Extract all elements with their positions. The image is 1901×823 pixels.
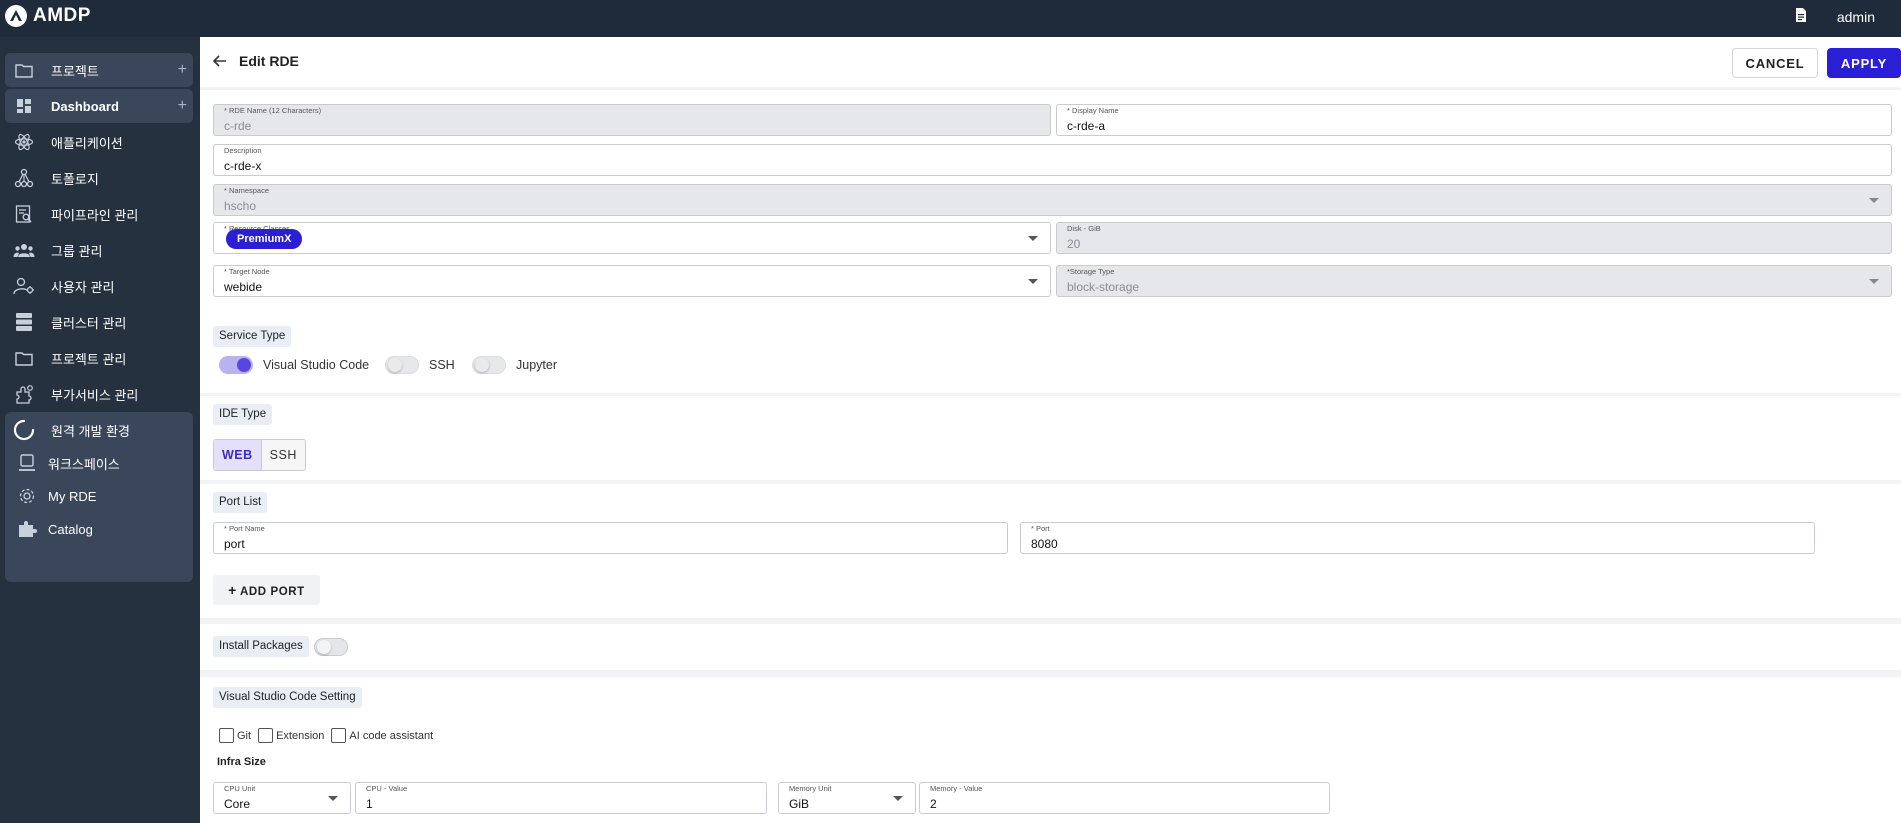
resource-class-chip[interactable]: PremiumX: [226, 229, 303, 249]
service-type-card: Service Type Visual Studio Code SSH Jupy…: [200, 318, 1901, 393]
sidebar-item-group[interactable]: 그룹 관리: [5, 233, 193, 267]
logo-icon: [5, 5, 27, 27]
memory-value-field[interactable]: Memory - Value 2: [919, 782, 1330, 814]
top-bar: AMDP admin: [0, 0, 1901, 37]
git-checkbox[interactable]: [219, 728, 234, 743]
description-field[interactable]: Description c-rde-x: [213, 144, 1892, 176]
ide-type-toggle-group: WEB SSH: [213, 439, 306, 471]
port-field[interactable]: * Port 8080: [1020, 522, 1815, 554]
document-icon[interactable]: [1795, 8, 1807, 25]
plus-icon[interactable]: +: [178, 97, 187, 115]
port-name-field[interactable]: * Port Name port: [213, 522, 1008, 554]
chevron-down-icon[interactable]: [1028, 236, 1038, 241]
puzzle-icon: [16, 518, 38, 540]
folder-icon: [13, 347, 35, 369]
sidebar-item-project[interactable]: 프로젝트 +: [5, 53, 193, 87]
memory-unit-select[interactable]: Memory Unit GiB: [778, 782, 916, 814]
resource-classes-select[interactable]: * Resource Classes PremiumX: [213, 222, 1051, 254]
topology-icon: [13, 167, 35, 189]
vscode-setting-title: Visual Studio Code Setting: [213, 687, 362, 708]
namespace-select: * Namespace hscho: [213, 184, 1892, 216]
plus-icon: +: [228, 582, 237, 598]
sidebar: 프로젝트 + Dashboard + 애플리케이션 토폴로지 파이프라인 관리 …: [0, 37, 200, 823]
chevron-down-icon: [1869, 198, 1879, 203]
ide-web-option[interactable]: WEB: [214, 440, 262, 470]
ide-type-title: IDE Type: [213, 404, 273, 425]
ide-type-card: IDE Type WEB SSH: [200, 396, 1901, 480]
sidebar-item-cluster[interactable]: 클러스터 관리: [5, 305, 193, 339]
vscode-options: Git Extension AI code assistant: [219, 728, 440, 743]
chevron-down-icon: [1869, 279, 1879, 284]
service-jupyter[interactable]: Jupyter: [472, 356, 557, 374]
main-content: Edit RDE CANCEL APPLY * RDE Name (12 Cha…: [200, 37, 1901, 823]
cancel-button[interactable]: CANCEL: [1732, 48, 1818, 78]
cpu-unit-select[interactable]: CPU Unit Core: [213, 782, 351, 814]
add-port-button[interactable]: + ADD PORT: [213, 575, 320, 605]
sidebar-item-my-rde[interactable]: My RDE: [16, 481, 96, 511]
vscode-toggle[interactable]: [219, 356, 253, 374]
app-name: AMDP: [33, 5, 91, 26]
group-icon: [13, 239, 35, 261]
ai-assistant-checkbox[interactable]: [331, 728, 347, 743]
sidebar-item-catalog[interactable]: Catalog: [16, 514, 93, 544]
pipeline-icon: [13, 203, 35, 225]
jupyter-toggle[interactable]: [472, 356, 506, 374]
install-packages-card: Install Packages: [200, 624, 1901, 670]
sidebar-group-rde[interactable]: 원격 개발 환경: [5, 413, 193, 447]
sidebar-item-pipeline[interactable]: 파이프라인 관리: [5, 197, 193, 231]
display-name-field[interactable]: * Display Name c-rde-a: [1056, 104, 1892, 136]
service-vscode[interactable]: Visual Studio Code: [219, 356, 369, 374]
basic-info-card: * RDE Name (12 Characters) c-rde * Displ…: [200, 90, 1901, 350]
sidebar-item-user[interactable]: 사용자 관리: [5, 269, 193, 303]
install-packages-title: Install Packages: [213, 636, 309, 657]
apply-button[interactable]: APPLY: [1827, 48, 1901, 78]
dashboard-icon: [13, 95, 35, 117]
gear-icon: [16, 485, 38, 507]
rde-name-field: * RDE Name (12 Characters) c-rde: [213, 104, 1051, 136]
addon-icon: [13, 383, 35, 405]
server-icon: [13, 311, 35, 333]
ide-ssh-option[interactable]: SSH: [261, 440, 305, 470]
atom-icon: [13, 131, 35, 153]
cpu-value-field[interactable]: CPU - Value 1: [355, 782, 767, 814]
port-list-card: Port List * Port Name port * Port 8080 +…: [200, 484, 1901, 618]
app-logo[interactable]: AMDP: [5, 5, 91, 27]
loading-circle-icon: [13, 419, 35, 441]
install-packages-toggle[interactable]: [314, 638, 348, 656]
chevron-down-icon[interactable]: [328, 796, 338, 801]
chevron-down-icon[interactable]: [893, 796, 903, 801]
monitor-icon: [16, 452, 38, 474]
folder-icon: [13, 59, 35, 81]
chevron-down-icon[interactable]: [1028, 279, 1038, 284]
plus-icon[interactable]: +: [178, 61, 187, 79]
infra-size-title: Infra Size: [217, 756, 266, 768]
storage-type-select: *Storage Type block-storage: [1056, 265, 1892, 297]
sidebar-item-project-admin[interactable]: 프로젝트 관리: [5, 341, 193, 375]
ssh-toggle[interactable]: [385, 356, 419, 374]
sidebar-item-topology[interactable]: 토폴로지: [5, 161, 193, 195]
disk-field: Disk - GiB 20: [1056, 222, 1892, 254]
target-node-select[interactable]: * Target Node webide: [213, 265, 1051, 297]
port-list-title: Port List: [213, 492, 268, 513]
sidebar-item-addon[interactable]: 부가서비스 관리: [5, 377, 193, 411]
back-arrow-icon[interactable]: [210, 51, 230, 71]
service-ssh[interactable]: SSH: [385, 356, 455, 374]
page-header: Edit RDE CANCEL APPLY: [200, 37, 1901, 87]
user-name[interactable]: admin: [1837, 9, 1875, 25]
sidebar-item-workspace[interactable]: 워크스페이스: [16, 448, 120, 478]
user-settings-icon: [13, 275, 35, 297]
page-title: Edit RDE: [239, 53, 299, 69]
extension-checkbox[interactable]: [258, 728, 274, 743]
service-type-title: Service Type: [213, 326, 292, 347]
sidebar-item-dashboard[interactable]: Dashboard +: [5, 89, 193, 123]
sidebar-item-application[interactable]: 애플리케이션: [5, 125, 193, 159]
